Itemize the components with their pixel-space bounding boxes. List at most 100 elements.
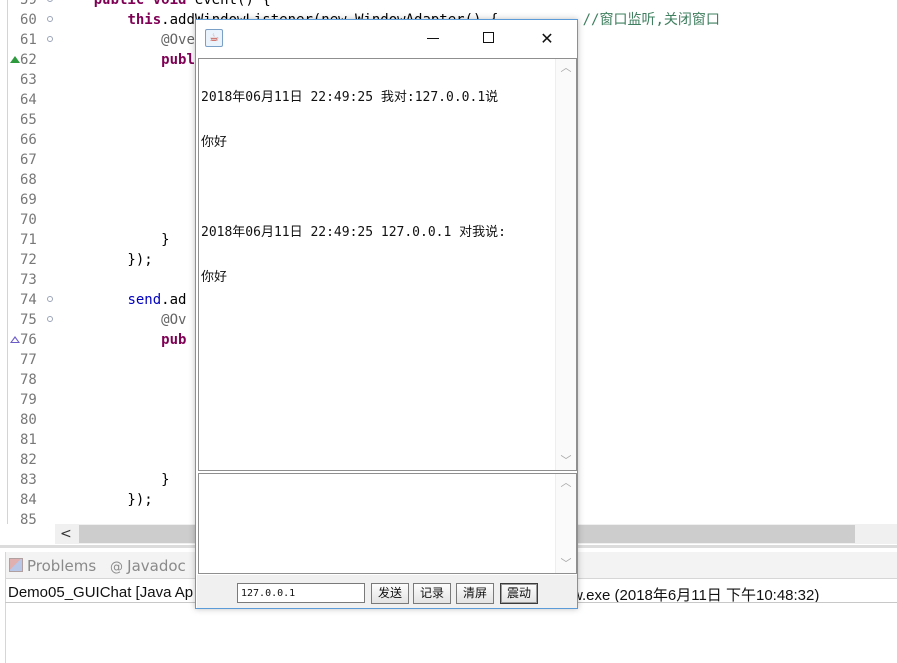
line-number: 80 [20,412,37,428]
line-number: 64 [20,92,37,108]
minimize-button[interactable] [410,20,456,57]
code-text: }); [60,250,153,270]
line-number: 67 [20,152,37,168]
chat-history-text: 2018年06月11日 22:49:25 我对:127.0.0.1说 你好 20… [201,60,551,315]
code-text: public [60,50,212,70]
close-icon: ✕ [540,29,554,48]
ip-address-input[interactable] [237,583,365,603]
close-button[interactable]: ✕ [524,20,570,57]
clear-screen-button[interactable]: 清屏 [456,583,494,604]
line-number: 71 [20,232,37,248]
code-token: } [60,232,170,248]
code-text: } [60,230,170,250]
tab-problems[interactable]: Problems [9,556,96,576]
send-button[interactable]: 发送 [371,583,409,604]
line-number: 60 [20,12,37,28]
code-token: event() { [186,0,271,8]
line-number: 72 [20,252,37,268]
code-text: send.ad [60,290,186,310]
override-marker-icon[interactable] [10,56,20,63]
line-number: 69 [20,192,37,208]
line-number: 83 [20,472,37,488]
code-token: public [93,0,145,8]
at-icon: @ [110,560,128,575]
code-token: void [152,0,187,8]
code-token: } [60,472,170,488]
tab-javadoc[interactable]: @ Javadoc [110,556,186,578]
line-number: 68 [20,172,37,188]
line-number: 84 [20,492,37,508]
fold-toggle-icon[interactable] [47,0,53,2]
code-token: .ad [161,292,187,308]
message-header: 2018年06月11日 22:49:25 127.0.0.1 对我说: [201,225,506,240]
scroll-up-arrow[interactable]: ︿ [556,59,576,77]
console-process-label: Demo05_GUIChat [Java Ap [8,584,194,601]
line-number: 82 [20,452,37,468]
implements-marker-icon[interactable] [10,336,20,343]
line-number: 81 [20,432,37,448]
code-text: }); [60,490,153,510]
java-coffee-icon: ☕ [205,29,223,47]
maximize-icon [483,32,494,43]
tab-javadoc-label: Javadoc [127,557,186,575]
fold-toggle-icon[interactable] [47,16,53,22]
minimize-icon [427,38,439,39]
line-number: 65 [20,112,37,128]
line-number: 75 [20,312,37,328]
line-number: 74 [20,292,37,308]
message-input-area[interactable]: ︿ ﹀ [198,473,577,574]
scroll-left-arrow[interactable]: < [60,524,72,544]
chat-history-area[interactable]: 2018年06月11日 22:49:25 我对:127.0.0.1说 你好 20… [198,58,577,471]
message-body: 你好 [201,135,228,150]
panel-left-border [5,552,6,663]
message-body: 你好 [201,270,228,285]
code-token: send [127,292,162,308]
code-token: //窗口监听,关闭窗口 [582,12,720,28]
line-number: 66 [20,132,37,148]
line-number: 73 [20,272,37,288]
code-token: }); [60,252,153,268]
line-number: 59 [20,0,37,8]
line-number: 62 [20,52,37,68]
code-text: } [60,470,170,490]
shake-button[interactable]: 震动 [500,583,538,604]
chat-history-scrollbar[interactable]: ︿ ﹀ [555,59,576,470]
maximize-button[interactable] [466,20,512,57]
code-text: public void event() { [60,0,271,10]
message-header: 2018年06月11日 22:49:25 我对:127.0.0.1说 [201,90,499,105]
input-scrollbar[interactable]: ︿ ﹀ [555,474,576,573]
line-number: 76 [20,332,37,348]
code-token: pub [161,332,187,348]
code-token: }); [60,492,153,508]
scroll-up-arrow[interactable]: ︿ [556,474,576,492]
chat-controls-bar: 发送 记录 清屏 震动 [197,575,577,608]
fold-toggle-icon[interactable] [47,36,53,42]
code-text: pub [60,330,186,350]
code-token: @Ov [161,312,187,328]
code-line[interactable]: 59 public void event() { [0,0,897,10]
line-number: 70 [20,212,37,228]
tab-problems-label: Problems [27,557,97,575]
scroll-down-arrow[interactable]: ﹀ [556,555,576,573]
scroll-down-arrow[interactable]: ﹀ [556,452,576,470]
code-text: @Ov [60,310,186,330]
problems-icon [9,558,23,572]
fold-toggle-icon[interactable] [47,296,53,302]
line-number: 78 [20,372,37,388]
line-number: 61 [20,32,37,48]
record-button[interactable]: 记录 [413,583,451,604]
line-number: 63 [20,72,37,88]
line-number: 79 [20,392,37,408]
fold-toggle-icon[interactable] [47,316,53,322]
code-token: this [127,12,162,28]
line-number: 85 [20,512,37,524]
window-titlebar[interactable]: ☕ ✕ [196,20,577,57]
